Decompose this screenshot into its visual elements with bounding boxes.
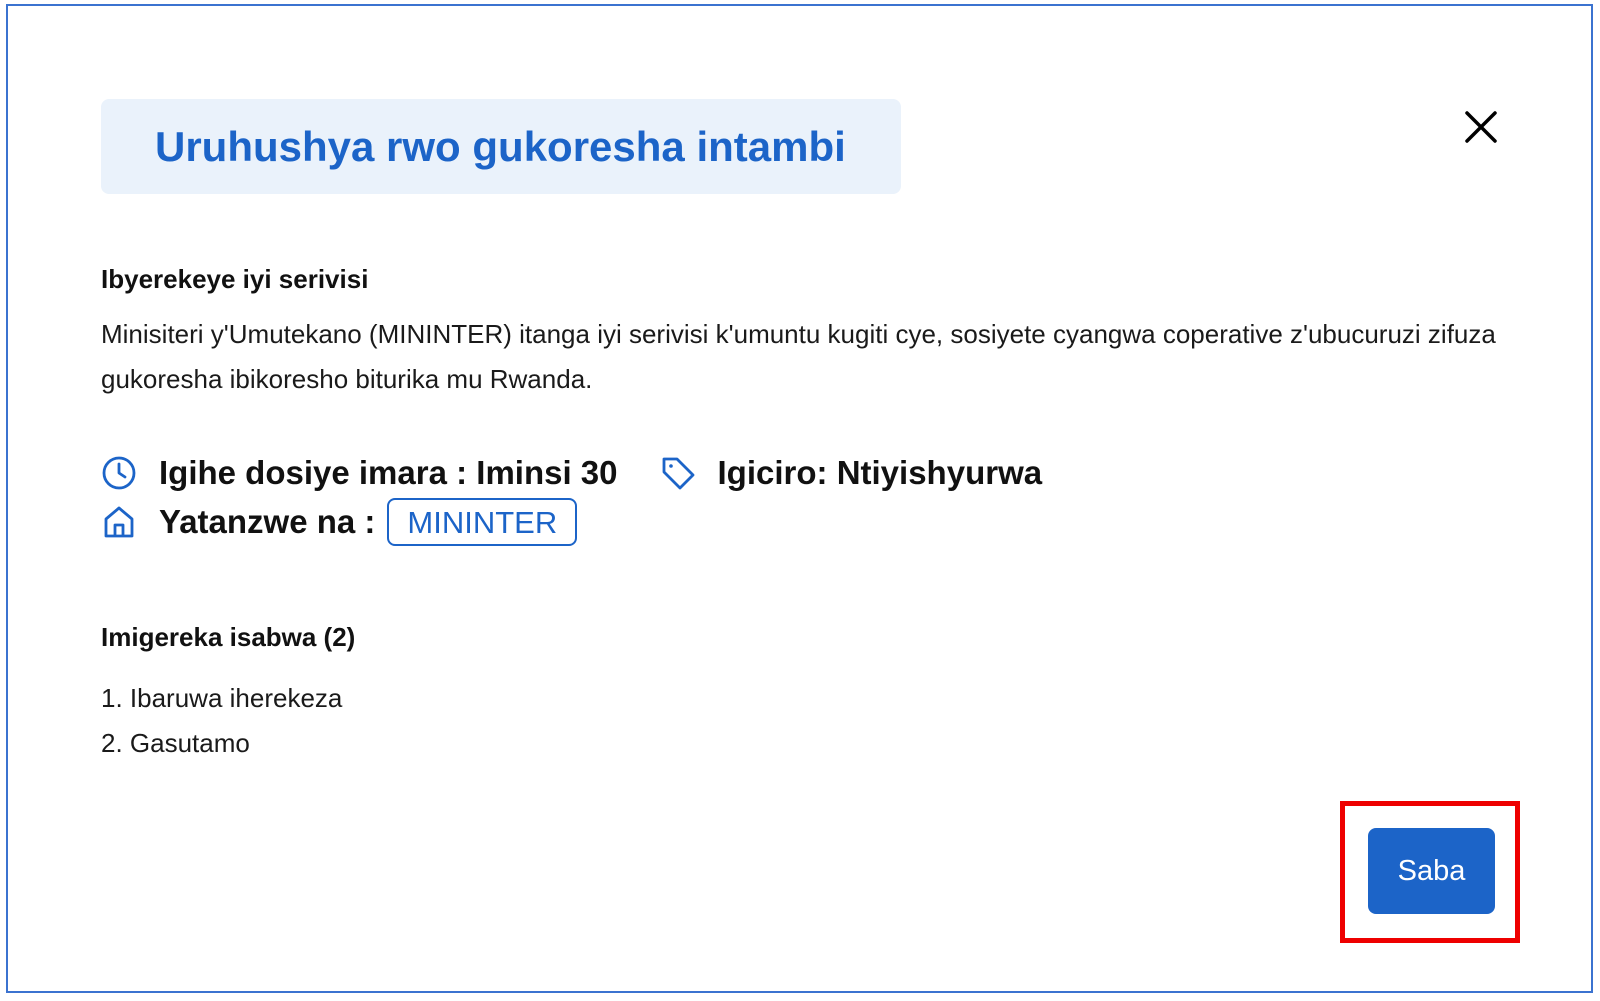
about-heading: Ibyerekeye iyi serivisi	[101, 264, 369, 294]
price: Igiciro: Ntiyishyurwa	[717, 454, 1043, 491]
clock-icon	[102, 456, 136, 490]
provider-label: Yatanzwe na :	[159, 503, 376, 540]
provider-badge[interactable]: MININTER	[387, 498, 578, 546]
home-icon	[104, 506, 134, 538]
processing-time: Igihe dosiye imara : Iminsi 30	[159, 454, 618, 491]
apply-button[interactable]: Saba	[1368, 828, 1495, 914]
close-icon	[1465, 111, 1497, 143]
meta-row-provider: Yatanzwe na : MININTER	[101, 497, 578, 547]
requirement-item: 1. Ibaruwa iherekeza	[101, 683, 343, 713]
service-modal: Uruhushya rwo gukoresha intambi Ibyereke…	[6, 4, 1593, 993]
modal-title: Uruhushya rwo gukoresha intambi	[155, 123, 846, 170]
requirements-heading: Imigereka isabwa (2)	[101, 622, 356, 652]
service-description: Minisiteri y'Umutekano (MININTER) itanga…	[101, 319, 1496, 394]
price-tag-icon	[662, 457, 694, 490]
modal-title-box: Uruhushya rwo gukoresha intambi	[101, 99, 901, 194]
close-button[interactable]	[1461, 107, 1501, 147]
requirement-item: 2. Gasutamo	[101, 728, 250, 758]
meta-row-time-price: Igihe dosiye imara : Iminsi 30 Igiciro: …	[101, 448, 1042, 498]
